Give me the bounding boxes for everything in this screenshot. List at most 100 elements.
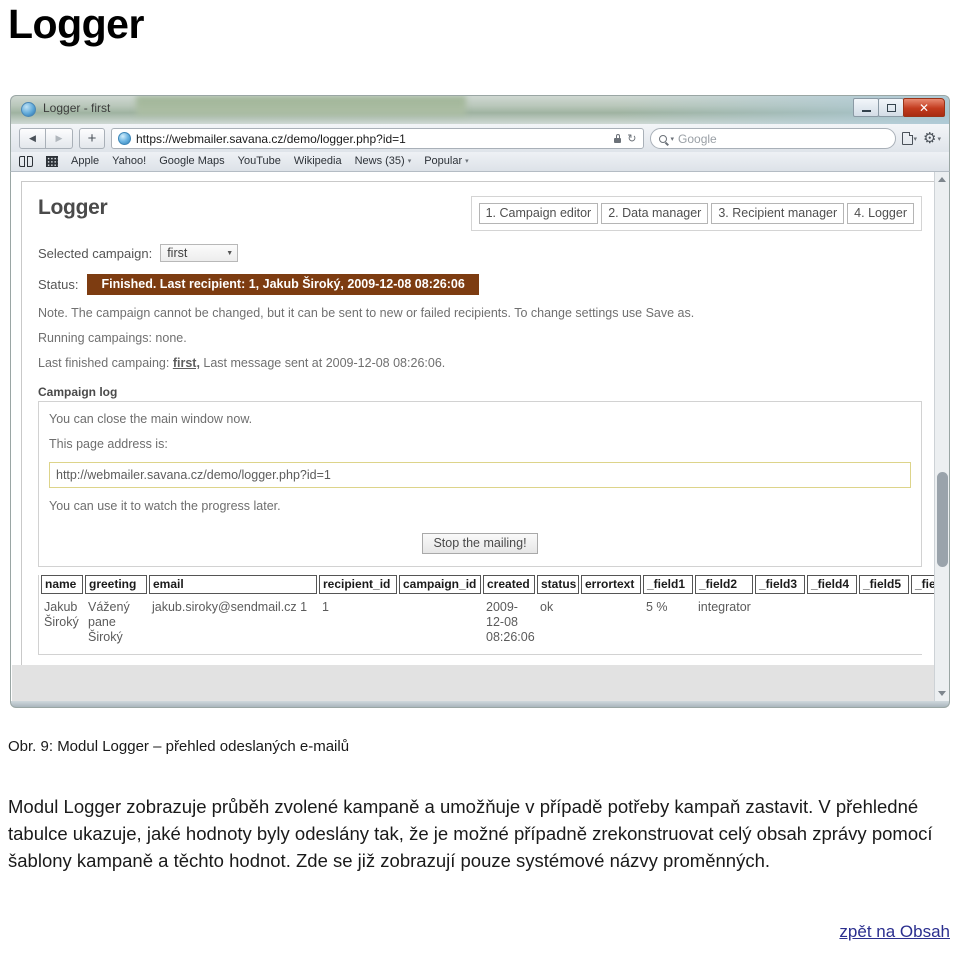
cell-field5: [859, 594, 909, 654]
bookmarks-book-icon[interactable]: [19, 155, 33, 167]
search-bar[interactable]: ▾ Google: [649, 128, 896, 149]
address-bar-url: https://webmailer.savana.cz/demo/logger.…: [136, 131, 406, 146]
bookmark-item-apple[interactable]: Apple: [71, 155, 99, 167]
campaign-log-heading: Campaign log: [38, 385, 118, 399]
campaign-select-value: first: [167, 246, 188, 260]
col-recipient-id[interactable]: recipient_id: [319, 575, 397, 594]
viewport-bottom-strip: [12, 665, 948, 701]
cell-field2: integrator: [698, 600, 751, 614]
col-email[interactable]: email: [149, 575, 317, 594]
cell-greeting: Vážený pane Široký: [88, 600, 130, 644]
page-viewport: Logger 1. Campaign editor 2. Data manage…: [10, 172, 950, 701]
window-bottom-edge: [10, 701, 950, 708]
browser-window-screenshot: Logger - first ✕ ◀ ▶ + https://webmailer…: [10, 95, 950, 730]
bookmark-item-popular[interactable]: Popular ▾: [424, 155, 468, 167]
bookmark-item-news[interactable]: News (35) ▾: [355, 155, 412, 167]
cell-field4: [807, 594, 857, 654]
cell-created: 2009-12-08 08:26:06: [486, 600, 535, 644]
minimize-button[interactable]: [853, 98, 879, 117]
reload-icon[interactable]: ↻: [627, 132, 636, 145]
table-header-row: name greeting email recipient_id campaig…: [41, 575, 938, 594]
status-badge: Finished. Last recipient: 1, Jakub Širok…: [87, 274, 479, 295]
tab-logger[interactable]: 4. Logger: [847, 203, 914, 224]
bookmark-item-wikipedia[interactable]: Wikipedia: [294, 155, 342, 167]
recipient-data-table: name greeting email recipient_id campaig…: [39, 575, 938, 655]
chevron-down-icon: ▾: [465, 158, 469, 165]
col-field2[interactable]: _field2: [695, 575, 753, 594]
status-row: Status: Finished. Last recipient: 1, Jak…: [38, 274, 922, 295]
cell-status: ok: [540, 600, 554, 614]
app-icon: [21, 102, 36, 117]
last-finished-campaign-text: Last finished campaing: first, Last mess…: [38, 356, 922, 370]
scroll-down-icon[interactable]: [938, 691, 946, 696]
cell-field1: 5 %: [646, 600, 668, 614]
log-line-page-address: This page address is:: [49, 437, 168, 451]
bookmark-item-google-maps[interactable]: Google Maps: [159, 155, 224, 167]
cell-email: jakub.siroky@sendmail.cz 1: [152, 600, 308, 614]
stop-mailing-button[interactable]: Stop the mailing!: [422, 533, 538, 554]
col-field3[interactable]: _field3: [755, 575, 805, 594]
col-campaign-id[interactable]: campaign_id: [399, 575, 481, 594]
browser-titlebar: Logger - first ✕: [10, 95, 950, 124]
bookmarks-bar: Apple Yahoo! Google Maps YouTube Wikiped…: [10, 152, 950, 172]
top-sites-grid-icon[interactable]: [46, 155, 58, 167]
last-finished-suffix: Last message sent at 2009-12-08 08:26:06…: [203, 356, 446, 370]
col-field1[interactable]: _field1: [643, 575, 693, 594]
address-bar-actions: ↻: [614, 132, 637, 145]
browser-toolbar: ◀ ▶ + https://webmailer.savana.cz/demo/l…: [10, 124, 950, 152]
col-name[interactable]: name: [41, 575, 83, 594]
recipient-data-table-wrapper: name greeting email recipient_id campaig…: [38, 575, 938, 656]
col-errortext[interactable]: errortext: [581, 575, 641, 594]
gear-icon: ⚙: [923, 130, 937, 147]
new-tab-button[interactable]: +: [79, 128, 105, 149]
col-status[interactable]: status: [537, 575, 579, 594]
back-button[interactable]: ◀: [19, 128, 46, 149]
window-controls: ✕: [853, 98, 945, 117]
body-paragraph: Modul Logger zobrazuje průběh zvolené ka…: [8, 796, 933, 872]
page-icon: [901, 132, 913, 145]
chevron-down-icon: ▼: [226, 249, 234, 257]
page-title: Logger: [8, 1, 144, 47]
bookmark-item-yahoo[interactable]: Yahoo!: [112, 155, 146, 167]
tab-data-manager[interactable]: 2. Data manager: [601, 203, 709, 224]
back-to-contents-link[interactable]: zpět na Obsah: [839, 922, 950, 942]
col-field4[interactable]: _field4: [807, 575, 857, 594]
scroll-up-icon[interactable]: [938, 177, 946, 182]
status-label: Status:: [38, 277, 79, 292]
log-line-watch-progress: You can use it to watch the progress lat…: [49, 499, 281, 513]
app-header: Logger 1. Campaign editor 2. Data manage…: [38, 196, 922, 231]
forward-button[interactable]: ▶: [46, 128, 73, 149]
chevron-down-icon[interactable]: ▾: [671, 135, 675, 143]
close-button[interactable]: ✕: [903, 98, 945, 117]
app-title: Logger: [38, 196, 108, 219]
lock-icon: [614, 134, 622, 143]
settings-button[interactable]: ⚙ ▾: [923, 131, 941, 146]
scrollbar-thumb[interactable]: [937, 472, 948, 567]
bookmark-item-youtube[interactable]: YouTube: [238, 155, 281, 167]
cell-campaign-id: [399, 594, 481, 654]
vertical-scrollbar[interactable]: [934, 172, 949, 701]
tab-campaign-editor[interactable]: 1. Campaign editor: [478, 203, 599, 224]
globe-icon: [118, 132, 131, 145]
tab-recipient-manager[interactable]: 3. Recipient manager: [711, 203, 845, 224]
log-url-input[interactable]: http://webmailer.savana.cz/demo/logger.p…: [49, 462, 911, 488]
cell-errortext: [581, 594, 641, 654]
address-bar[interactable]: https://webmailer.savana.cz/demo/logger.…: [111, 128, 644, 149]
col-field5[interactable]: _field5: [859, 575, 909, 594]
reader-page-button[interactable]: ▾: [901, 132, 917, 145]
window-title: Logger - first: [43, 101, 111, 115]
col-created[interactable]: created: [483, 575, 535, 594]
last-finished-campaign-link[interactable]: first,: [173, 356, 200, 370]
running-campaigns-text: Running campaings: none.: [38, 331, 187, 345]
campaign-select-label: Selected campaign:: [38, 245, 153, 261]
campaign-select[interactable]: first ▼: [160, 244, 239, 262]
cell-recipient-id: 1: [322, 600, 329, 614]
nav-button-group: ◀ ▶: [19, 128, 73, 149]
maximize-button[interactable]: [878, 98, 904, 117]
search-placeholder: Google: [678, 131, 717, 146]
web-page-content: Logger 1. Campaign editor 2. Data manage…: [21, 181, 939, 681]
search-icon: [658, 134, 667, 143]
col-greeting[interactable]: greeting: [85, 575, 147, 594]
log-line-close-window: You can close the main window now.: [49, 412, 253, 426]
campaign-selector-row: Selected campaign: first ▼: [38, 244, 922, 262]
